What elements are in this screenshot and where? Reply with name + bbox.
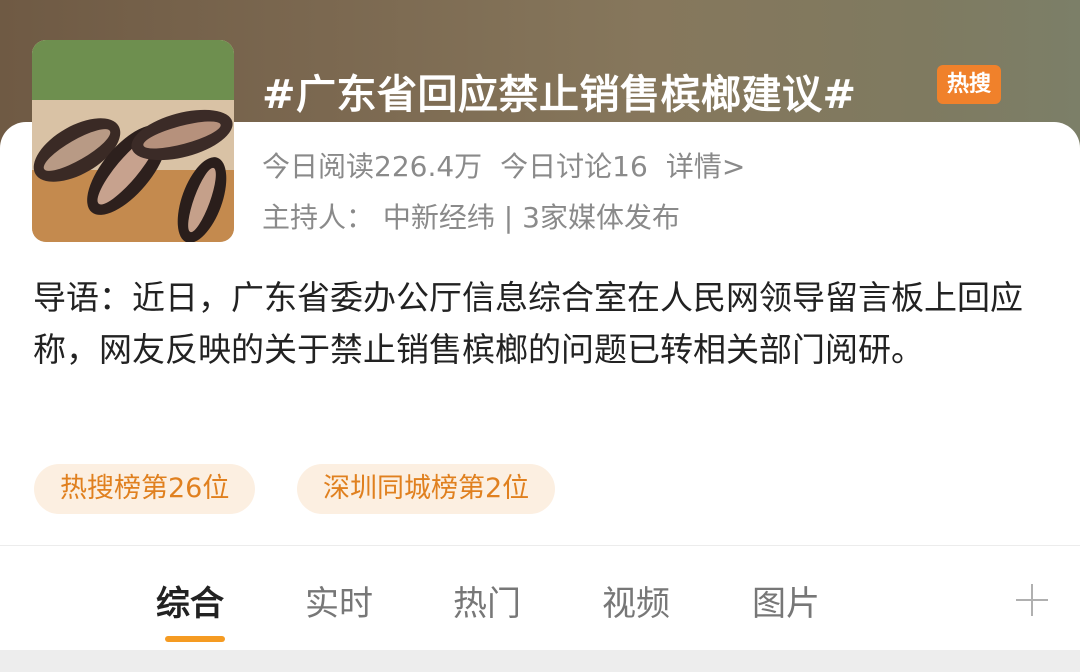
local-rank-chip[interactable]: 深圳同城榜第2位 xyxy=(297,464,556,514)
tab-bar: 综合 实时 热门 视频 图片 xyxy=(0,546,1080,650)
betel-nut-image xyxy=(32,40,234,242)
discuss-count: 今日讨论16 xyxy=(500,150,648,183)
tab-hot[interactable]: 热门 xyxy=(453,576,521,625)
topic-intro: 导语：近日，广东省委办公厅信息综合室在人民网领导留言板上回应称，网友反映的关于禁… xyxy=(33,278,1023,369)
host-info[interactable]: 主持人： 中新经纬 | 3家媒体发布 xyxy=(262,196,680,236)
topic-stats: 今日阅读226.4万 今日讨论16 详情> xyxy=(262,145,763,185)
feed-separator xyxy=(0,650,1080,672)
topic-title: #广东省回应禁止销售槟榔建议# xyxy=(262,72,857,118)
tab-realtime[interactable]: 实时 xyxy=(305,576,373,625)
topic-thumbnail[interactable] xyxy=(32,40,234,242)
hot-search-rank-chip[interactable]: 热搜榜第26位 xyxy=(34,464,256,514)
tab-images[interactable]: 图片 xyxy=(752,576,820,625)
read-count: 今日阅读226.4万 xyxy=(262,150,483,183)
tab-video[interactable]: 视频 xyxy=(602,576,670,625)
details-link[interactable]: 详情> xyxy=(666,150,745,183)
active-tab-indicator xyxy=(165,636,225,642)
tab-comprehensive[interactable]: 综合 xyxy=(156,576,224,625)
plus-icon[interactable] xyxy=(1014,582,1050,618)
hot-search-badge: 热搜 xyxy=(937,65,1001,104)
